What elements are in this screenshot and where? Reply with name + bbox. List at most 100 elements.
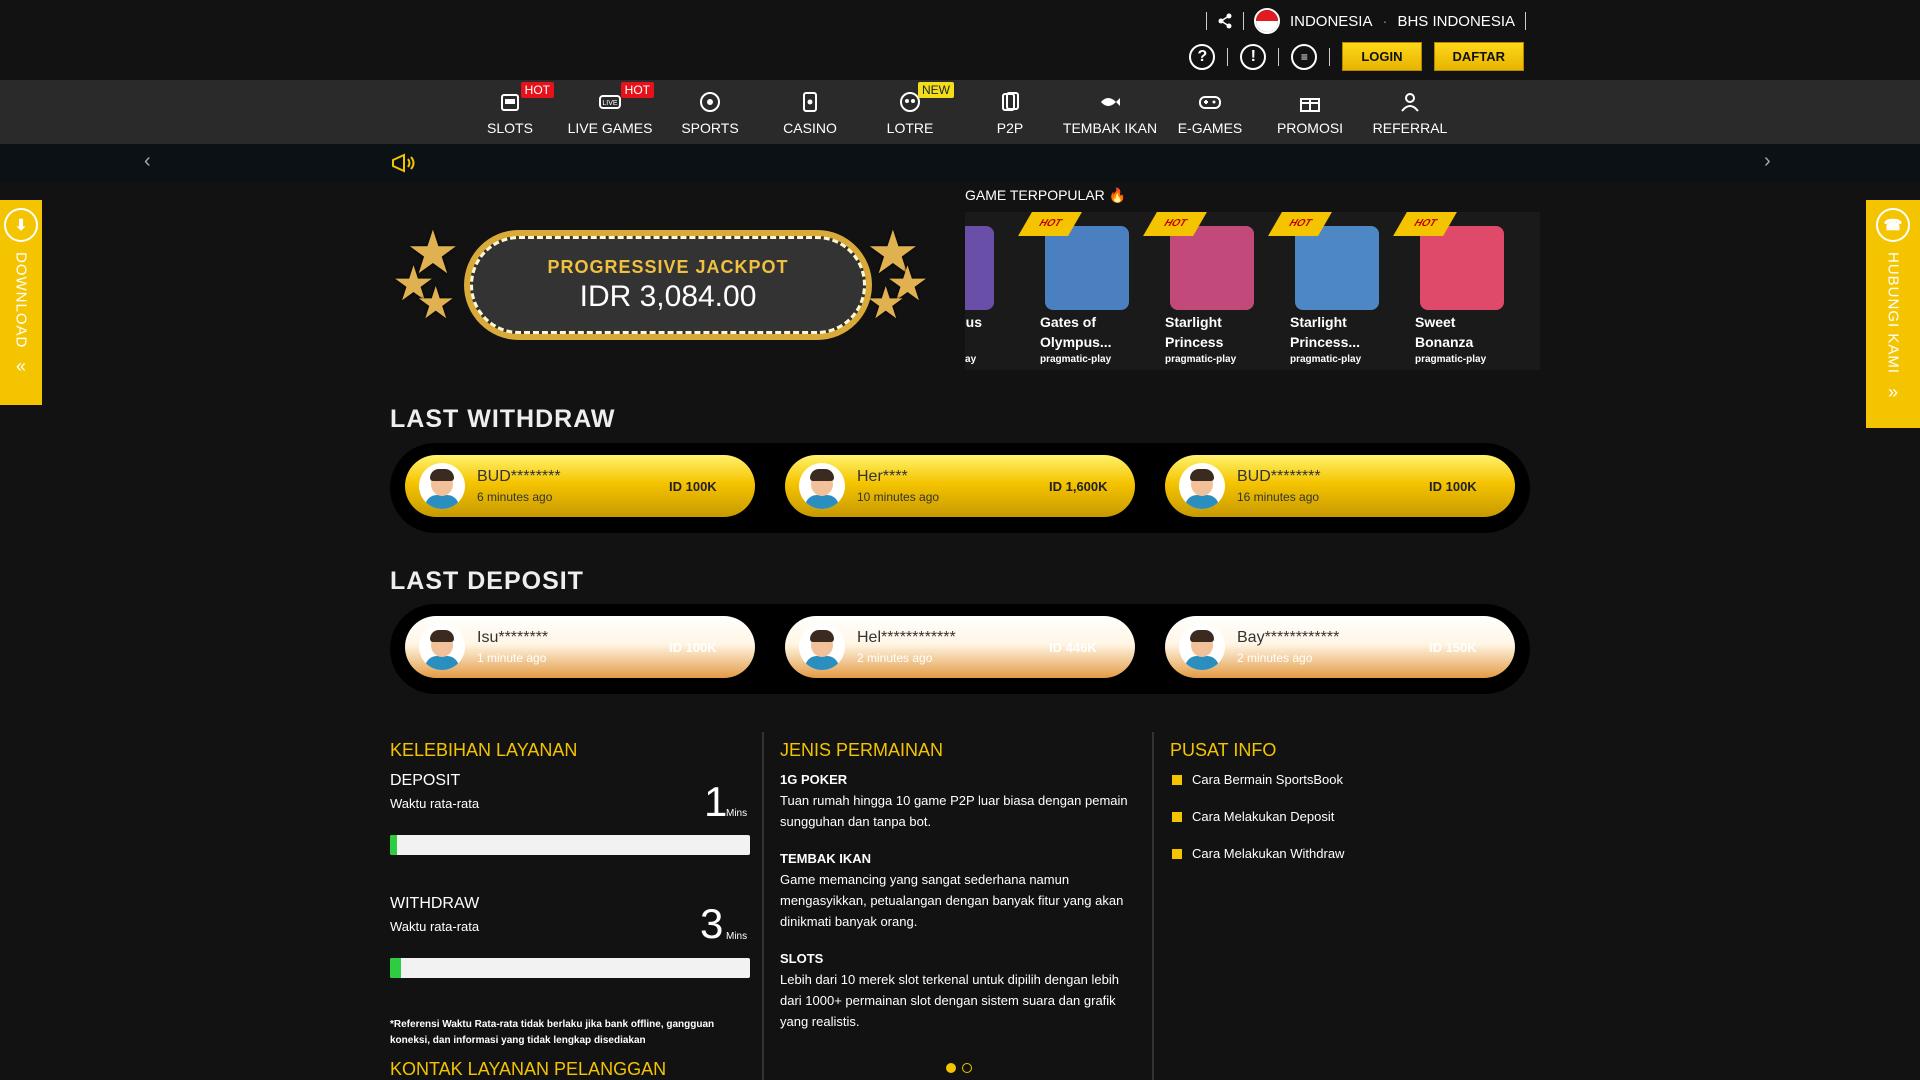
jackpot-display: PROGRESSIVE JACKPOT IDR 3,084.00 xyxy=(470,236,866,334)
game-card[interactable]: of Olympus pragmatic-play xyxy=(965,212,1010,370)
register-button[interactable]: DAFTAR xyxy=(1433,42,1524,71)
tx-time: 2 minutes ago xyxy=(857,651,933,665)
withdraw-minutes: 3 xyxy=(700,900,724,947)
avatar xyxy=(1179,624,1225,670)
marquee-next-icon[interactable]: › xyxy=(1764,150,1771,173)
game-provider: pragmatic-play xyxy=(1040,354,1112,365)
avatar xyxy=(799,463,845,509)
deposit-sub: Waktu rata-rata xyxy=(390,796,480,811)
nav-label: REFERRAL xyxy=(1372,120,1448,136)
nav-item-casino[interactable]: CASINO xyxy=(760,80,860,144)
nav-item-referral[interactable]: REFERRAL xyxy=(1360,80,1460,144)
nav-label: SPORTS xyxy=(681,120,739,136)
popular-games-carousel[interactable]: of Olympuspragmatic-playHOTGates of Olym… xyxy=(965,212,1540,370)
info-link-label: Cara Melakukan Withdraw xyxy=(1192,846,1345,861)
card-icon xyxy=(803,92,817,112)
game-thumbnail xyxy=(1170,226,1254,310)
divider xyxy=(1525,12,1526,30)
language-alt[interactable]: BHS INDONESIA xyxy=(1397,13,1515,30)
tx-amount: ID 100K xyxy=(1429,478,1477,494)
info-link[interactable]: Cara Melakukan Withdraw xyxy=(1172,846,1344,861)
language-selector[interactable]: INDONESIA xyxy=(1290,13,1373,30)
tx-username: Isu******** xyxy=(477,629,549,646)
tx-amount: ID 100K xyxy=(669,478,717,494)
referral-icon xyxy=(1401,93,1419,112)
download-tab[interactable]: ⬇ DOWNLOAD « xyxy=(0,200,42,405)
avatar xyxy=(419,463,465,509)
nav-label: CASINO xyxy=(783,120,837,136)
dot-separator: · xyxy=(1382,12,1388,30)
deposit-label: DEPOSIT xyxy=(390,772,461,789)
tx-amount: ID 446K xyxy=(1049,639,1097,655)
nav-item-sports[interactable]: SPORTS xyxy=(660,80,760,144)
nav-item-tembak-ikan[interactable]: TEMBAK IKAN xyxy=(1060,80,1160,144)
game-type-desc: Tuan rumah hingga 10 game P2P luar biasa… xyxy=(780,793,1128,829)
withdraw-label: WITHDRAW xyxy=(390,895,480,912)
share-icon[interactable] xyxy=(1217,13,1233,29)
game-type-title: TEMBAK IKAN xyxy=(780,851,871,866)
info-link[interactable]: Cara Bermain SportsBook xyxy=(1172,772,1343,787)
withdraw-sub: Waktu rata-rata xyxy=(390,919,480,934)
game-thumbnail xyxy=(1045,226,1129,310)
jackpot-frame: PROGRESSIVE JACKPOT IDR 3,084.00 xyxy=(464,230,872,340)
game-type-title: 1G POKER xyxy=(780,772,848,787)
game-card[interactable]: HOT Starlight Princess... pragmatic-play xyxy=(1268,212,1395,370)
tx-time: 16 minutes ago xyxy=(1237,490,1320,504)
language-row: INDONESIA · BHS INDONESIA xyxy=(1205,8,1526,34)
page-dot[interactable] xyxy=(962,1063,972,1073)
game-card[interactable]: HOT Gates of Olympus... pragmatic-play xyxy=(1018,212,1145,370)
indonesia-flag-icon[interactable] xyxy=(1253,8,1280,34)
tx-time: 1 minute ago xyxy=(477,651,547,665)
avatar xyxy=(799,624,845,670)
nav-item-e-games[interactable]: E-GAMES xyxy=(1160,80,1260,144)
nav-item-lotre[interactable]: LOTRE NEW xyxy=(860,80,960,144)
game-name: Gates of Olympus... xyxy=(1040,314,1112,350)
download-label: DOWNLOAD xyxy=(12,252,30,349)
deposit-time-bar xyxy=(390,835,750,855)
expand-icon: » xyxy=(1887,382,1898,403)
game-name: Starlight Princess xyxy=(1165,314,1224,350)
game-card[interactable]: HOT Sweet Bonanza pragmatic-play xyxy=(1393,212,1520,370)
megaphone-icon xyxy=(392,153,415,173)
deposit-item: Isu******** 1 minute ago ID 100K xyxy=(405,616,755,678)
gamepad-icon xyxy=(1199,96,1221,109)
contact-tab[interactable]: ☎ HUBUNGI KAMI » xyxy=(1866,200,1920,428)
game-provider: pragmatic-play xyxy=(1290,354,1362,365)
nav-badge: NEW xyxy=(918,82,954,98)
game-type-desc: Game memancing yang sangat sederhana nam… xyxy=(780,872,1124,929)
nav-item-p2p[interactable]: P2P xyxy=(960,80,1060,144)
nav-item-promosi[interactable]: PROMOSI xyxy=(1260,80,1360,144)
auth-row: ? ! ≡ LOGIN DAFTAR xyxy=(1189,42,1524,71)
game-provider: pragmatic-play xyxy=(1415,354,1487,365)
last-deposit-title: LAST DEPOSIT xyxy=(390,567,584,595)
nav-label: LOTRE xyxy=(886,120,934,136)
jackpot-value: IDR 3,084.00 xyxy=(579,279,757,313)
info-icon[interactable]: ! xyxy=(1240,43,1267,70)
divider xyxy=(1242,12,1244,30)
nav-item-slots[interactable]: SLOTS HOT xyxy=(460,80,560,144)
tx-username: Hel************ xyxy=(857,629,956,646)
gift-icon xyxy=(1300,98,1320,112)
marquee-prev-icon[interactable]: ‹ xyxy=(144,150,151,173)
chat-icon[interactable]: ≡ xyxy=(1291,43,1318,70)
last-withdraw-title: LAST WITHDRAW xyxy=(390,405,616,433)
game-type-title: SLOTS xyxy=(780,951,824,966)
tx-info: Isu******** 1 minute ago xyxy=(477,629,657,665)
announcement-bar: ‹ › xyxy=(0,144,1920,182)
help-icon[interactable]: ? xyxy=(1189,43,1216,70)
tx-time: 6 minutes ago xyxy=(477,490,553,504)
page-dot-active[interactable] xyxy=(946,1063,956,1073)
game-name: Starlight Princess... xyxy=(1290,314,1361,350)
nav-item-live-games[interactable]: LIVE LIVE GAMES HOT xyxy=(560,80,660,144)
game-types-title: JENIS PERMAINAN xyxy=(780,740,944,760)
tx-username: BUD******** xyxy=(477,468,561,485)
customer-contact-title: KONTAK LAYANAN PELANGGAN xyxy=(390,1059,667,1079)
withdraw-unit: Mins xyxy=(726,931,748,942)
info-link-label: Cara Bermain SportsBook xyxy=(1192,772,1344,787)
bullet-icon xyxy=(1172,848,1182,859)
login-button[interactable]: LOGIN xyxy=(1342,42,1422,71)
star-icon: ★ xyxy=(416,279,456,328)
withdraw-item: BUD******** 6 minutes ago ID 100K xyxy=(405,455,755,517)
info-link[interactable]: Cara Melakukan Deposit xyxy=(1172,809,1334,824)
game-card[interactable]: HOT Starlight Princess pragmatic-play xyxy=(1143,212,1270,370)
